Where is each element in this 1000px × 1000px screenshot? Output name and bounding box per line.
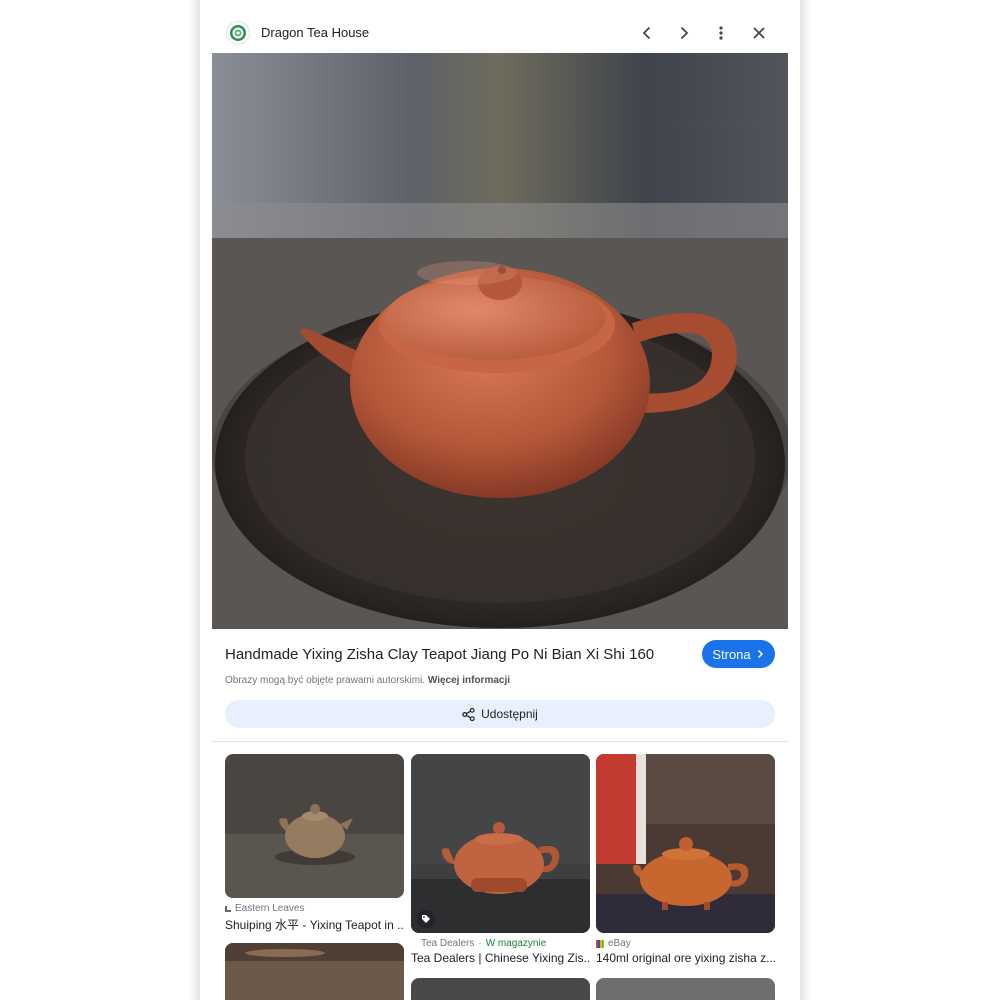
- chevron-left-icon: [642, 26, 651, 40]
- stock-status: W magazynie: [485, 938, 547, 949]
- site-name[interactable]: Dragon Tea House: [261, 25, 369, 40]
- visit-button-label: Strona: [712, 646, 751, 662]
- source-name: eBay: [608, 938, 631, 949]
- copyright-notice: Obrazy mogą być objęte prawami autorskim…: [225, 675, 510, 686]
- related-thumbnail[interactable]: [596, 754, 775, 933]
- visit-site-button[interactable]: Strona: [702, 640, 775, 668]
- close-button[interactable]: [746, 20, 772, 46]
- more-info-link[interactable]: Więcej informacji: [428, 675, 510, 686]
- more-options-button[interactable]: [708, 20, 734, 46]
- next-button[interactable]: [671, 20, 697, 46]
- ebay-favicon: [596, 939, 604, 948]
- related-thumbnail[interactable]: .: [225, 754, 404, 898]
- copyright-text: Obrazy mogą być objęte prawami autorskim…: [225, 675, 426, 686]
- tag-icon: [422, 915, 430, 923]
- image-preview-panel: Dragon Tea House Handmade Yixing Zisha C…: [200, 0, 800, 1000]
- source-favicon: [411, 941, 417, 947]
- share-button[interactable]: Udostępnij: [225, 700, 775, 728]
- share-label: Udostępnij: [481, 707, 538, 721]
- chevron-right-icon: [680, 26, 689, 40]
- related-thumbnail-partial[interactable]: [411, 978, 590, 1000]
- section-divider: [212, 741, 788, 742]
- related-thumbnail-partial[interactable]: [225, 943, 404, 1000]
- result-title-row: Handmade Yixing Zisha Clay Teapot Jiang …: [225, 640, 775, 670]
- share-icon: [462, 707, 475, 721]
- related-source: eBay: [596, 938, 631, 949]
- related-source: Eastern Leaves: [225, 903, 305, 914]
- preview-header: Dragon Tea House: [200, 16, 800, 50]
- previous-button[interactable]: [634, 20, 660, 46]
- dragon-tea-house-logo[interactable]: [226, 21, 250, 45]
- related-title[interactable]: 140ml original ore yixing zisha z...: [596, 951, 775, 965]
- related-thumbnail[interactable]: [411, 754, 590, 933]
- source-name: Eastern Leaves: [235, 903, 305, 914]
- related-title[interactable]: Tea Dealers | Chinese Yixing Zis...: [411, 951, 590, 965]
- related-title[interactable]: Shuiping 水平 - Yixing Teapot in ...: [225, 916, 404, 933]
- close-icon: [753, 27, 765, 39]
- panel-shadow-right: [800, 0, 812, 1000]
- svg-text:.: .: [365, 889, 366, 894]
- stock-separator: ·: [478, 938, 482, 949]
- more-vert-icon: [719, 26, 723, 40]
- panel-shadow-left: [188, 0, 200, 1000]
- shopping-tag-badge: [417, 910, 435, 928]
- source-name: Tea Dealers: [421, 938, 475, 949]
- result-title[interactable]: Handmade Yixing Zisha Clay Teapot Jiang …: [225, 646, 655, 663]
- chevron-right-icon: [757, 649, 763, 659]
- source-favicon: [225, 905, 231, 912]
- main-teapot-image[interactable]: [212, 53, 788, 629]
- related-source: Tea Dealers · W magazynie: [411, 938, 546, 949]
- related-thumbnail-partial[interactable]: [596, 978, 775, 1000]
